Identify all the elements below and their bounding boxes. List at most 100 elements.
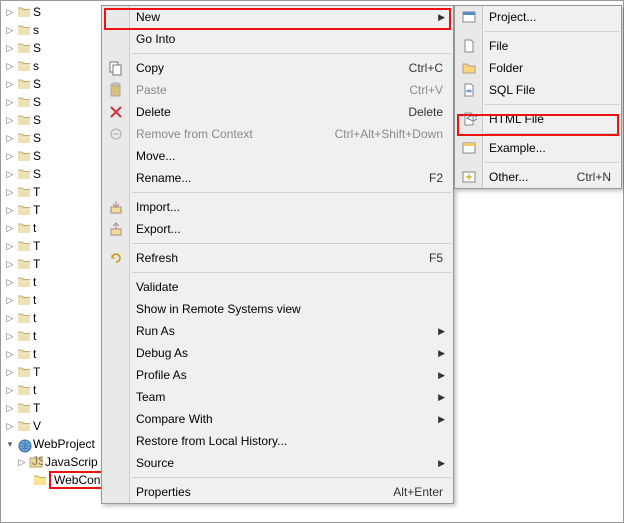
tree-item[interactable]: ▷t	[1, 327, 106, 345]
expand-arrow-icon[interactable]: ▷	[5, 61, 15, 72]
expand-arrow-icon[interactable]: ▷	[5, 187, 15, 198]
remove-context-icon	[108, 126, 124, 142]
expand-arrow-icon[interactable]: ▷	[5, 115, 15, 126]
expand-arrow-icon[interactable]: ▷	[5, 43, 15, 54]
expand-arrow-icon[interactable]: ▷	[5, 313, 15, 324]
menu-compare[interactable]: Compare With▶	[102, 408, 453, 430]
expand-arrow-icon[interactable]: ▷	[5, 331, 15, 342]
project-tree[interactable]: ▷S▷s▷S▷s▷S▷S▷S▷S▷S▷S▷T▷T▷t▷T▷T▷t▷t▷t▷t▷t…	[1, 1, 106, 522]
expand-arrow-icon[interactable]: ▷	[17, 457, 27, 468]
submenu-html[interactable]: <> HTML File	[455, 108, 621, 130]
menu-debug-as[interactable]: Debug As▶	[102, 342, 453, 364]
tree-item[interactable]: ▷S	[1, 75, 106, 93]
tree-label: S	[33, 41, 41, 55]
expand-arrow-icon[interactable]: ▷	[5, 403, 15, 414]
expand-arrow-icon[interactable]: ▷	[5, 259, 15, 270]
paste-icon	[108, 82, 124, 98]
tree-item[interactable]: ▷t	[1, 291, 106, 309]
tree-item-js-resources[interactable]: ▷JSJavaScrip	[1, 453, 106, 471]
tree-item[interactable]: ▷t	[1, 381, 106, 399]
expand-arrow-icon[interactable]: ▷	[5, 367, 15, 378]
tree-item[interactable]: ▷T	[1, 237, 106, 255]
menu-label: Paste	[136, 83, 167, 97]
menu-run-as[interactable]: Run As▶	[102, 320, 453, 342]
menu-label: Example...	[489, 141, 546, 155]
submenu-file[interactable]: File	[455, 35, 621, 57]
menu-label: Go Into	[136, 32, 175, 46]
tree-item[interactable]: ▷S	[1, 93, 106, 111]
tree-item[interactable]: ▷S	[1, 147, 106, 165]
folder-icon	[17, 168, 31, 180]
tree-item-webcontent[interactable]: WebContent	[1, 471, 106, 489]
tree-item[interactable]: ▷t	[1, 309, 106, 327]
expand-arrow-icon[interactable]: ▷	[5, 205, 15, 216]
folder-icon	[17, 276, 31, 288]
tree-item[interactable]: ▷S	[1, 39, 106, 57]
submenu-project[interactable]: Project...	[455, 6, 621, 28]
expand-arrow-icon[interactable]: ▷	[5, 241, 15, 252]
expand-arrow-icon[interactable]: ▷	[5, 349, 15, 360]
expand-arrow-icon[interactable]: ▷	[5, 79, 15, 90]
expand-arrow-icon[interactable]: ▷	[5, 151, 15, 162]
menu-move[interactable]: Move...	[102, 145, 453, 167]
menu-export[interactable]: Export...	[102, 218, 453, 240]
expand-arrow-icon[interactable]: ▷	[5, 385, 15, 396]
expand-arrow-icon[interactable]: ▷	[5, 277, 15, 288]
expand-arrow-icon[interactable]: ▷	[5, 25, 15, 36]
tree-label: t	[33, 383, 36, 397]
menu-new[interactable]: New ▶	[102, 6, 453, 28]
menu-properties[interactable]: PropertiesAlt+Enter	[102, 481, 453, 503]
menu-team[interactable]: Team▶	[102, 386, 453, 408]
menu-restore[interactable]: Restore from Local History...	[102, 430, 453, 452]
menu-label: Rename...	[136, 171, 191, 185]
tree-item[interactable]: ▷S	[1, 3, 106, 21]
menu-source[interactable]: Source▶	[102, 452, 453, 474]
expand-arrow-icon[interactable]: ▷	[5, 295, 15, 306]
tree-item[interactable]: ▷T	[1, 363, 106, 381]
menu-label: Restore from Local History...	[136, 434, 287, 448]
menu-profile-as[interactable]: Profile As▶	[102, 364, 453, 386]
shortcut: Ctrl+N	[577, 170, 611, 184]
menu-refresh[interactable]: RefreshF5	[102, 247, 453, 269]
tree-item[interactable]: ▷s	[1, 57, 106, 75]
expand-arrow-icon[interactable]: ▷	[5, 223, 15, 234]
menu-label: Project...	[489, 10, 536, 24]
menu-rename[interactable]: Rename...F2	[102, 167, 453, 189]
tree-item[interactable]: ▷S	[1, 129, 106, 147]
tree-item[interactable]: ▷S	[1, 165, 106, 183]
tree-item[interactable]: ▷T	[1, 201, 106, 219]
tree-item[interactable]: ▷t	[1, 345, 106, 363]
folder-icon	[17, 6, 31, 18]
submenu-other[interactable]: Other...Ctrl+N	[455, 166, 621, 188]
submenu-arrow-icon: ▶	[438, 370, 445, 381]
submenu-arrow-icon: ▶	[438, 348, 445, 359]
expand-arrow-icon[interactable]: ▷	[5, 7, 15, 18]
submenu-new: Project... File Folder SQL File <> HTML …	[454, 5, 622, 189]
submenu-sql[interactable]: SQL File	[455, 79, 621, 101]
menu-copy[interactable]: CopyCtrl+C	[102, 57, 453, 79]
submenu-example[interactable]: Example...	[455, 137, 621, 159]
tree-item[interactable]: ▷T	[1, 255, 106, 273]
expand-arrow-icon[interactable]: ▷	[5, 421, 15, 432]
expand-arrow-icon[interactable]: ▾	[5, 439, 15, 450]
tree-item-webproject[interactable]: ▾WebProject	[1, 435, 106, 453]
menu-label: Properties	[136, 485, 191, 499]
tree-item[interactable]: ▷s	[1, 21, 106, 39]
menu-validate[interactable]: Validate	[102, 276, 453, 298]
menu-go-into[interactable]: Go Into	[102, 28, 453, 50]
menu-show-remote[interactable]: Show in Remote Systems view	[102, 298, 453, 320]
submenu-folder[interactable]: Folder	[455, 57, 621, 79]
menu-delete[interactable]: DeleteDelete	[102, 101, 453, 123]
tree-item[interactable]: ▷S	[1, 111, 106, 129]
tree-item[interactable]: ▷T	[1, 183, 106, 201]
expand-arrow-icon[interactable]: ▷	[5, 133, 15, 144]
tree-item[interactable]: ▷V	[1, 417, 106, 435]
expand-arrow-icon[interactable]: ▷	[5, 97, 15, 108]
expand-arrow-icon[interactable]: ▷	[5, 169, 15, 180]
tree-item[interactable]: ▷T	[1, 399, 106, 417]
tree-item[interactable]: ▷t	[1, 219, 106, 237]
menu-remove-context: Remove from ContextCtrl+Alt+Shift+Down	[102, 123, 453, 145]
tree-item[interactable]: ▷t	[1, 273, 106, 291]
menu-import[interactable]: Import...	[102, 196, 453, 218]
folder-icon	[17, 150, 31, 162]
